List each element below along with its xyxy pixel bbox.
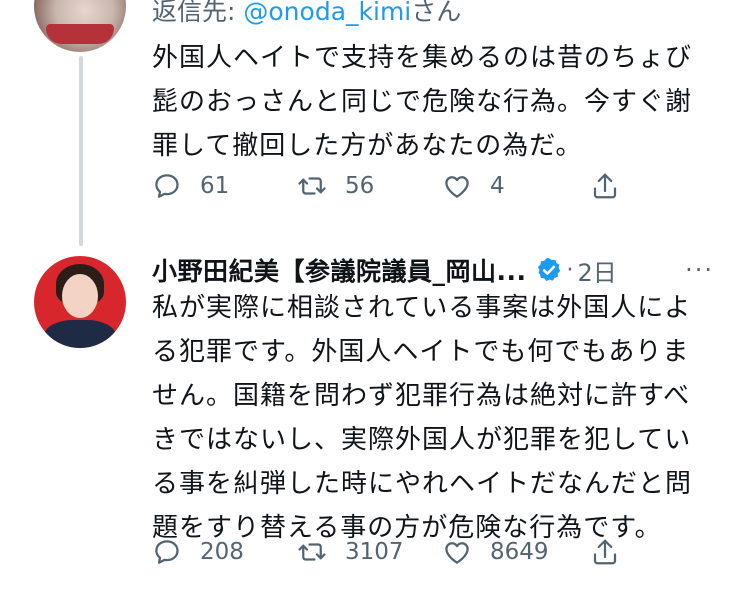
tweet-header: 小野田紀美【参議院議員_岡山... · 2日 ··· [152, 250, 732, 290]
verified-badge-icon [537, 258, 560, 281]
tweet-actions: 61 56 4 [152, 166, 632, 206]
tweet-text-line: せん。国籍を問わず犯罪行為は絶対に許すべ [152, 381, 691, 411]
retweet-count: 3107 [345, 539, 404, 565]
tweet-text-line: 罪して撤回した方があなたの為だ。 [152, 131, 583, 161]
reply-icon [155, 540, 179, 564]
separator-dot: · [566, 257, 574, 283]
timestamp[interactable]: 2日 [578, 253, 617, 288]
share-button[interactable] [590, 166, 620, 206]
retweet-button[interactable]: 56 [297, 166, 374, 206]
heart-icon [445, 176, 469, 198]
reply-count: 208 [200, 539, 244, 565]
like-count: 4 [490, 173, 505, 199]
reply-count: 61 [200, 173, 230, 199]
like-button[interactable]: 4 [442, 166, 505, 206]
retweet-count: 56 [345, 173, 375, 199]
like-button[interactable]: 8649 [442, 532, 549, 572]
heart-icon [445, 542, 469, 564]
display-name[interactable]: 小野田紀美【参議院議員_岡山... [152, 252, 527, 288]
tweet-text: 私が実際に相談されている事案は外国人によ る犯罪です。外国人ヘイトでも何でもあり… [152, 286, 732, 550]
tweet-text-line: きではないし、実際外国人が犯罪を犯してい [152, 425, 692, 455]
retweet-button[interactable]: 3107 [297, 532, 404, 572]
more-options-button[interactable]: ··· [685, 250, 714, 290]
timeline: 返信先: @onoda_kimiさん 外国人ヘイトで支持を集めるのは昔のちょび … [0, 0, 750, 591]
reply-icon [155, 174, 179, 198]
tweet-text: 外国人ヘイトで支持を集めるのは昔のちょび 髭のおっさんと同じで危険な行為。今すぐ… [152, 36, 732, 168]
retweet-icon [298, 543, 326, 561]
reply-to-label: 返信先: [152, 0, 236, 26]
share-button[interactable] [590, 532, 620, 572]
like-count: 8649 [490, 539, 549, 565]
reply-button[interactable]: 208 [152, 532, 244, 572]
thread-connector-line [79, 56, 83, 246]
tweet-text-line: 私が実際に相談されている事案は外国人によ [152, 293, 692, 323]
tweet-text-line: 髭のおっさんと同じで危険な行為。今すぐ謝 [152, 87, 693, 117]
tweet-actions: 208 3107 8649 [152, 532, 632, 572]
avatar[interactable] [34, 0, 126, 52]
reply-button[interactable]: 61 [152, 166, 229, 206]
tweet-text-line: る事を糾弾した時にやれヘイトだなんだと問 [152, 469, 693, 499]
share-icon [593, 539, 617, 565]
reply-to-handle-link[interactable]: @onoda_kimi [243, 0, 411, 26]
tweet-text-line: 外国人ヘイトで支持を集めるのは昔のちょび [152, 43, 693, 73]
reply-to-line: 返信先: @onoda_kimiさん [152, 0, 461, 28]
retweet-icon [298, 177, 326, 195]
share-icon [593, 173, 617, 199]
reply-to-suffix: さん [411, 0, 462, 26]
tweet-text-line: る犯罪です。外国人ヘイトでも何でもありま [152, 337, 690, 367]
avatar[interactable] [34, 256, 126, 348]
